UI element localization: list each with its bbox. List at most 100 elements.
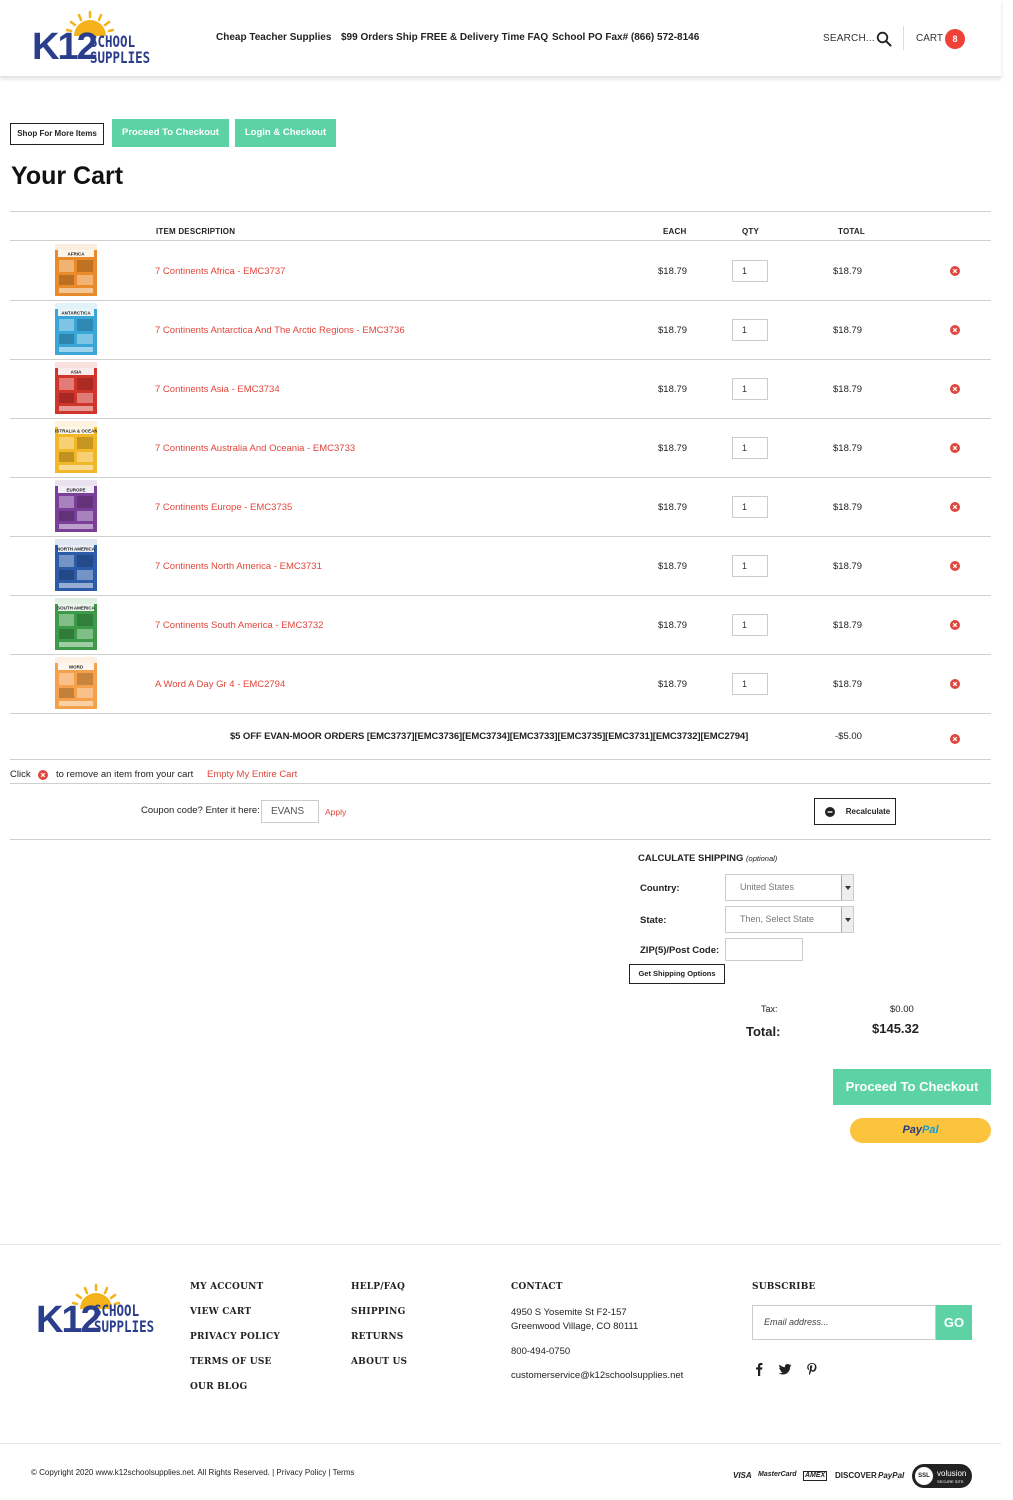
paypal-logo: PayPal — [878, 1471, 905, 1480]
page-title: Your Cart — [11, 162, 124, 190]
header-item-description: ITEM DESCRIPTION — [156, 227, 236, 236]
coupon-label: Coupon code? Enter it here: — [141, 805, 260, 816]
book-cover-image: WORD — [55, 657, 97, 709]
discount-label: $5 OFF EVAN-MOOR ORDERS [EMC3737][EMC373… — [230, 731, 749, 742]
footer-divider — [0, 1244, 1001, 1245]
divider — [10, 759, 991, 760]
state-select[interactable]: Then, Select State — [725, 906, 854, 933]
item-each-price: $18.79 — [658, 620, 688, 631]
subscribe-go-button[interactable]: GO — [936, 1305, 972, 1340]
login-checkout-button[interactable]: Login & Checkout — [235, 119, 336, 147]
divider — [10, 211, 991, 212]
site-logo[interactable]: K12 SCHOOL SUPPLIES — [32, 10, 150, 68]
table-row: SOUTH AMERICA 7 Continents South America … — [10, 595, 991, 654]
footer-email[interactable]: customerservice@k12schoolsupplies.net — [511, 1370, 683, 1381]
paypal-button[interactable]: PayPal — [850, 1118, 991, 1143]
product-thumbnail[interactable]: AFRICA — [55, 244, 97, 296]
footer-address-line1: 4950 S Yosemite St F2-157 — [511, 1307, 627, 1318]
remove-item-icon[interactable] — [950, 325, 960, 335]
product-thumbnail[interactable]: SOUTH AMERICA — [55, 598, 97, 650]
product-thumbnail[interactable]: AUSTRALIA & OCEANIA — [55, 421, 97, 473]
country-select[interactable]: United States — [725, 874, 854, 901]
footer-terms-of-use[interactable]: TERMS OF USE — [190, 1357, 272, 1367]
zip-input[interactable] — [725, 938, 803, 961]
footer-help-faq[interactable]: HELP/FAQ — [351, 1282, 405, 1292]
copyright-text: © Copyright 2020 www.k12schoolsupplies.n… — [31, 1468, 355, 1477]
proceed-checkout-button[interactable]: Proceed To Checkout — [833, 1069, 991, 1105]
subscribe-email-input[interactable]: Email address... — [752, 1305, 936, 1340]
footer-my-account[interactable]: MY ACCOUNT — [190, 1282, 263, 1292]
book-cover-title: EUROPE — [66, 488, 85, 493]
paypal-pal-text: Pal — [922, 1124, 939, 1136]
pinterest-icon[interactable] — [805, 1362, 819, 1376]
item-each-price: $18.79 — [658, 502, 688, 513]
quantity-input[interactable]: 1 — [732, 260, 768, 282]
product-link[interactable]: 7 Continents Antarctica And The Arctic R… — [155, 325, 405, 336]
quantity-input[interactable]: 1 — [732, 673, 768, 695]
nav-school-po-fax[interactable]: School PO Fax# (866) 572-8146 — [552, 32, 699, 43]
state-label: State: — [640, 915, 667, 926]
product-link[interactable]: A Word A Day Gr 4 - EMC2794 — [155, 679, 285, 690]
proceed-checkout-button-top[interactable]: Proceed To Checkout — [112, 119, 229, 147]
quantity-input[interactable]: 1 — [732, 496, 768, 518]
recalculate-button[interactable]: Recalculate — [814, 798, 896, 825]
item-line-total: $18.79 — [833, 620, 863, 631]
remove-item-icon[interactable] — [950, 266, 960, 276]
shop-more-button[interactable]: Shop For More Items — [10, 123, 104, 145]
nav-cheap-teacher-supplies[interactable]: Cheap Teacher Supplies — [216, 32, 331, 43]
footer-shipping[interactable]: SHIPPING — [351, 1307, 405, 1317]
product-link[interactable]: 7 Continents Africa - EMC3737 — [155, 266, 285, 277]
remove-discount-icon[interactable] — [950, 734, 960, 744]
product-thumbnail[interactable]: ASIA — [55, 362, 97, 414]
item-line-total: $18.79 — [833, 561, 863, 572]
item-line-total: $18.79 — [833, 679, 863, 690]
remove-item-icon[interactable] — [950, 443, 960, 453]
product-thumbnail[interactable]: EUROPE — [55, 480, 97, 532]
get-shipping-options-button[interactable]: Get Shipping Options — [629, 964, 725, 984]
quantity-input[interactable]: 1 — [732, 319, 768, 341]
item-line-total: $18.79 — [833, 443, 863, 454]
remove-item-icon[interactable] — [950, 620, 960, 630]
discount-amount: -$5.00 — [835, 731, 862, 742]
product-thumbnail[interactable]: WORD — [55, 657, 97, 709]
product-link[interactable]: 7 Continents South America - EMC3732 — [155, 620, 323, 631]
remove-item-icon[interactable] — [950, 679, 960, 689]
product-link[interactable]: 7 Continents Europe - EMC3735 — [155, 502, 292, 513]
coupon-input[interactable]: EVANS — [261, 800, 319, 823]
quantity-input[interactable]: 1 — [732, 378, 768, 400]
footer-about-us[interactable]: ABOUT US — [351, 1357, 407, 1367]
product-thumbnail[interactable]: NORTH AMERICA — [55, 539, 97, 591]
cart-link[interactable]: CART — [916, 33, 943, 44]
remove-item-icon[interactable] — [950, 561, 960, 571]
facebook-icon[interactable] — [752, 1362, 766, 1376]
apply-coupon-link[interactable]: Apply — [325, 807, 346, 817]
quantity-input[interactable]: 1 — [732, 555, 768, 577]
footer-view-cart[interactable]: VIEW CART — [190, 1307, 251, 1317]
twitter-icon[interactable] — [778, 1362, 792, 1376]
footer-phone[interactable]: 800-494-0750 — [511, 1346, 570, 1357]
item-line-total: $18.79 — [833, 266, 863, 277]
book-cover-image: AUSTRALIA & OCEANIA — [55, 421, 97, 473]
footer-privacy-policy[interactable]: PRIVACY POLICY — [190, 1332, 280, 1342]
cart-count-badge[interactable]: 8 — [945, 29, 965, 49]
quantity-input[interactable]: 1 — [732, 437, 768, 459]
volusion-text: volusion — [937, 1469, 967, 1478]
search-label[interactable]: SEARCH... — [823, 33, 875, 44]
product-link[interactable]: 7 Continents Australia And Oceania - EMC… — [155, 443, 355, 454]
footer-logo[interactable]: K12 SCHOOL SUPPLIES — [36, 1283, 154, 1341]
quantity-input[interactable]: 1 — [732, 614, 768, 636]
nav-free-shipping-faq[interactable]: $99 Orders Ship FREE & Delivery Time FAQ — [341, 32, 548, 43]
product-link[interactable]: 7 Continents Asia - EMC3734 — [155, 384, 280, 395]
footer-our-blog[interactable]: OUR BLOG — [190, 1382, 247, 1392]
product-link[interactable]: 7 Continents North America - EMC3731 — [155, 561, 322, 572]
remove-item-icon[interactable] — [950, 384, 960, 394]
chevron-down-icon — [841, 875, 853, 900]
footer-returns[interactable]: RETURNS — [351, 1332, 404, 1342]
book-cover-title: NORTH AMERICA — [57, 547, 96, 552]
search-icon[interactable] — [876, 31, 892, 47]
book-cover-image: ANTARCTICA — [55, 303, 97, 355]
paypal-pay-text: Pay — [902, 1124, 923, 1136]
remove-item-icon[interactable] — [950, 502, 960, 512]
empty-cart-link[interactable]: Empty My Entire Cart — [207, 769, 297, 780]
product-thumbnail[interactable]: ANTARCTICA — [55, 303, 97, 355]
